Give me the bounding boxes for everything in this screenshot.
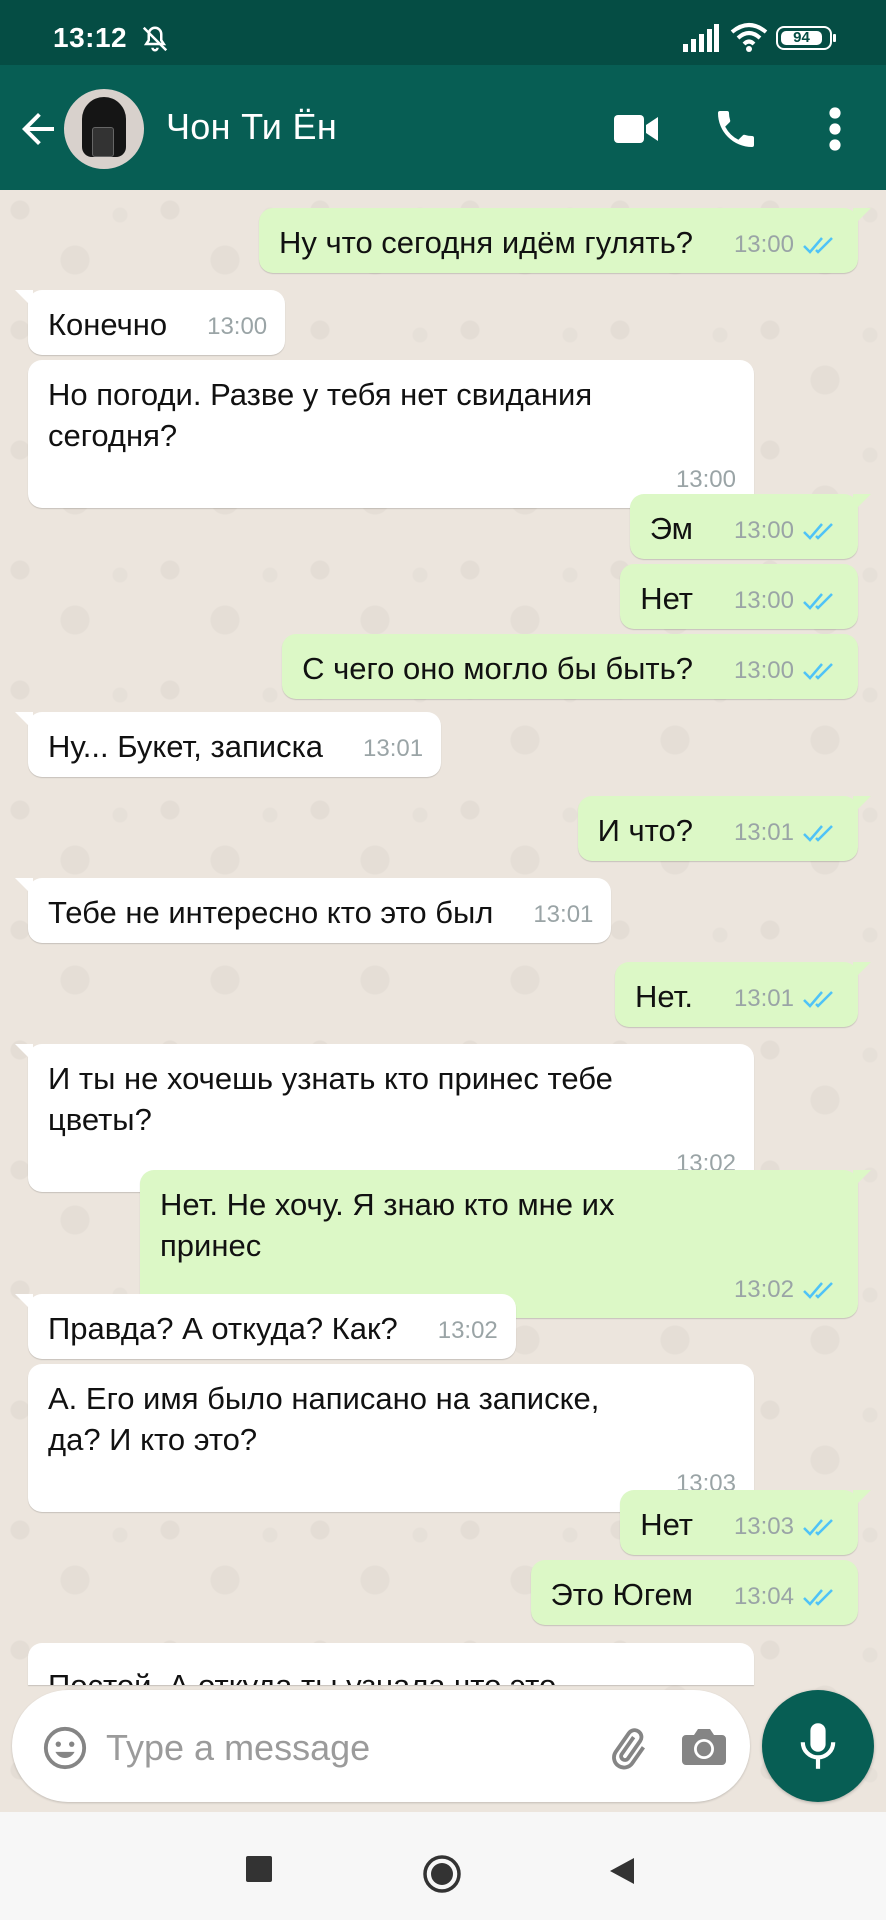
home-button[interactable] <box>422 1854 462 1894</box>
read-ticks-icon <box>803 824 833 842</box>
message-bubble[interactable]: Правда? А откуда? Как? 13:02 <box>15 1294 516 1359</box>
message-time: 13:00 <box>733 587 794 614</box>
message-meta: 13:00 <box>734 580 840 621</box>
read-ticks-icon <box>803 1588 833 1606</box>
message-bubble[interactable]: Ну... Букет, записка 13:01 <box>14 712 442 777</box>
read-ticks-icon <box>803 236 833 254</box>
read-ticks-icon <box>803 990 833 1008</box>
message-text: Нет. Не хочу. Я знаю кто мне их принес <box>160 1187 615 1263</box>
message-meta: 13:00 <box>734 224 840 265</box>
message-meta: 13:00 <box>734 650 840 691</box>
call-icon[interactable] <box>712 105 760 153</box>
message-meta: 13:01 <box>734 978 840 1019</box>
message-time: 13:00 <box>207 313 268 340</box>
message-text: А. Его имя было написано на записке, да?… <box>48 1381 600 1457</box>
message-bubble[interactable]: Это Югем 13:04 <box>530 1560 858 1625</box>
emoji-icon[interactable] <box>42 1725 88 1771</box>
read-ticks-icon <box>803 522 833 540</box>
message-meta: 13:03 <box>734 1506 840 1547</box>
read-ticks-icon <box>803 1281 833 1299</box>
voice-record-button[interactable] <box>762 1690 874 1802</box>
message-meta: 13:02 <box>438 1310 498 1351</box>
message-time: 13:02 <box>437 1317 498 1344</box>
message-bubble[interactable]: Нет 13:00 <box>620 564 858 629</box>
message-text: И ты не хочешь узнать кто принес тебе цв… <box>48 1061 613 1137</box>
message-time: 13:00 <box>733 517 794 544</box>
read-ticks-icon <box>803 662 833 680</box>
message-meta: 13:01 <box>533 894 593 935</box>
message-time: 13:03 <box>733 1513 794 1540</box>
message-bubble[interactable]: С чего оно могло бы быть? 13:00 <box>282 634 858 699</box>
message-text: Постой. А откуда ты узнала что это <box>48 1665 556 1685</box>
battery-level: 94 <box>781 30 822 45</box>
message-time: 13:01 <box>363 735 424 762</box>
video-icon[interactable] <box>612 109 660 149</box>
avatar[interactable] <box>64 89 144 169</box>
system-nav-bar <box>0 1812 886 1920</box>
message-bubble[interactable]: Эм 13:00 <box>629 494 872 559</box>
message-time: 13:04 <box>733 1583 794 1610</box>
battery-indicator: 94 <box>776 26 836 50</box>
message-time: 13:00 <box>733 231 794 258</box>
read-ticks-icon <box>803 592 833 610</box>
chat-area[interactable]: Ну что сегодня идём гулять? 13:00 Конечн… <box>0 190 886 1805</box>
wifi-icon <box>730 23 768 52</box>
signal-icon <box>683 24 719 52</box>
mic-icon <box>800 1723 836 1769</box>
message-meta: 13:00 <box>734 510 840 551</box>
message-bubble[interactable]: Нет 13:03 <box>620 1490 871 1555</box>
avatar-phone-shape <box>92 127 114 157</box>
more-vert-icon[interactable] <box>818 105 852 153</box>
message-bubble[interactable]: Нет. 13:01 <box>615 962 871 1027</box>
message-input[interactable] <box>104 1724 488 1772</box>
message-time: 13:02 <box>733 1276 794 1303</box>
message-time: 13:01 <box>533 901 594 928</box>
message-text: Но погоди. Разве у тебя нет свидания сег… <box>48 377 593 453</box>
message-bubble[interactable]: Ну что сегодня идём гулять? 13:00 <box>258 208 872 273</box>
partial-message-bubble[interactable]: Постой. А откуда ты узнала что это <box>28 1643 754 1685</box>
back-button[interactable] <box>608 1856 636 1886</box>
message-text: Правда? А откуда? Как? <box>48 1311 398 1346</box>
contact-name[interactable]: Чон Ти Ён <box>166 106 337 148</box>
message-time: 13:01 <box>733 985 794 1012</box>
message-time: 13:00 <box>733 657 794 684</box>
status-time: 13:12 <box>53 22 128 53</box>
mute-icon <box>142 26 168 52</box>
message-composer <box>12 1690 750 1802</box>
status-bar: 13:12 94 <box>0 0 886 65</box>
back-arrow-icon[interactable] <box>14 105 62 153</box>
message-bubble[interactable]: Конечно 13:00 <box>14 290 286 355</box>
message-time: 13:01 <box>733 819 794 846</box>
recents-button[interactable] <box>246 1856 272 1882</box>
message-text: Тебе не интересно кто это был <box>48 895 494 930</box>
camera-icon[interactable] <box>680 1727 728 1767</box>
attach-icon[interactable] <box>604 1724 650 1774</box>
message-meta: 13:01 <box>734 812 840 853</box>
message-meta: 13:04 <box>734 1576 840 1617</box>
read-ticks-icon <box>803 1518 833 1536</box>
message-bubble[interactable]: Тебе не интересно кто это был 13:01 <box>14 878 612 943</box>
message-meta: 13:00 <box>207 306 267 347</box>
message-bubble[interactable]: И что? 13:01 <box>577 796 872 861</box>
chat-header: Чон Ти Ён <box>0 65 886 190</box>
message-bubble[interactable]: Но погоди. Разве у тебя нет свидания сег… <box>28 360 754 508</box>
message-meta: 13:01 <box>363 728 423 769</box>
message-meta: 13:02 <box>734 1269 840 1310</box>
